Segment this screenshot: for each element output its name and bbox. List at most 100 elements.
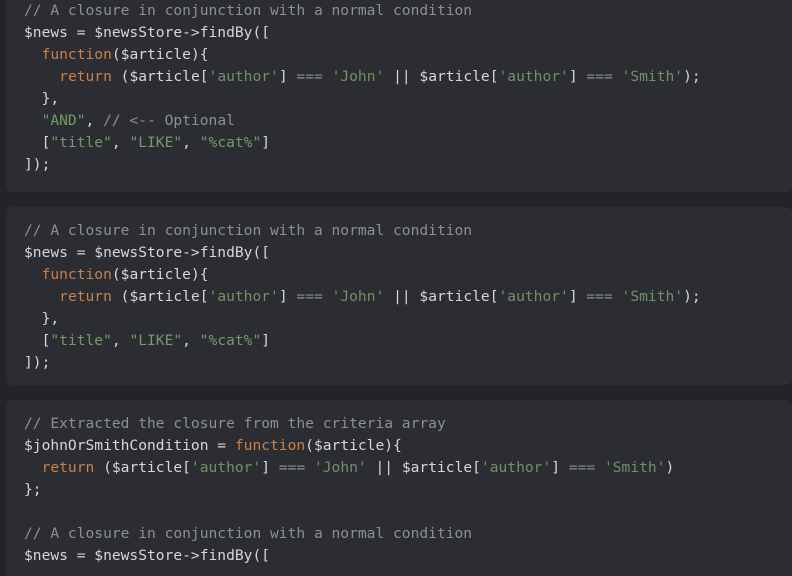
code-token: ($article[ — [94, 459, 191, 476]
code-token: }; — [24, 481, 42, 498]
code-line: // A closure in conjunction with a norma… — [24, 220, 792, 242]
code-token: ($article){ — [305, 437, 402, 454]
code-line: ]); — [24, 352, 792, 374]
code-token: 'Smith' — [621, 288, 684, 305]
code-block-1[interactable]: // A closure in conjunction with a norma… — [6, 0, 792, 192]
code-token: === — [296, 288, 323, 305]
code-token: // <-- Optional — [103, 112, 235, 129]
code-token: 'author' — [190, 459, 262, 476]
code-line: ["title", "LIKE", "%cat%"] — [24, 330, 792, 352]
code-token: 'John' — [331, 68, 385, 85]
code-token: ); — [683, 288, 701, 305]
code-line: // A closure in conjunction with a norma… — [24, 0, 792, 22]
code-line: "AND", // <-- Optional — [24, 110, 792, 132]
code-line: $news = $newsStore->findBy([ — [24, 22, 792, 44]
code-token: 'author' — [480, 459, 552, 476]
code-token: 'author' — [498, 68, 569, 85]
code-block-3-body[interactable]: // Extracted the closure from the criter… — [6, 413, 792, 567]
code-token: 'John' — [313, 459, 367, 476]
code-line: // Extracted the closure from the criter… — [24, 413, 792, 435]
code-block-2-body[interactable]: // A closure in conjunction with a norma… — [6, 220, 792, 374]
code-token: return — [59, 68, 112, 85]
code-token: "%cat%" — [199, 332, 262, 349]
code-token: ($article[ — [111, 68, 209, 85]
code-token: ($article){ — [111, 46, 209, 63]
code-token: ] — [568, 288, 587, 305]
code-token: "AND" — [41, 112, 86, 129]
code-token: ] — [551, 459, 569, 476]
code-token: ] — [261, 459, 279, 476]
code-token: || $article[ — [384, 288, 499, 305]
code-token: return — [59, 288, 112, 305]
code-token: ] — [261, 134, 271, 151]
code-token: $news = $newsStore->findBy([ — [24, 24, 271, 41]
code-line: }, — [24, 88, 792, 110]
code-token: "LIKE" — [129, 332, 183, 349]
code-token: === — [296, 68, 323, 85]
code-token: // A closure in conjunction with a norma… — [24, 525, 473, 542]
code-token: , — [182, 332, 200, 349]
code-token: ] — [278, 288, 297, 305]
code-token: 'Smith' — [621, 68, 684, 85]
code-line: }; — [24, 479, 792, 501]
code-documentation-page: // A closure in conjunction with a norma… — [0, 0, 792, 576]
code-block-3[interactable]: // Extracted the closure from the criter… — [6, 400, 792, 576]
code-token: $news = $newsStore->findBy([ — [24, 547, 271, 564]
code-token: || $article[ — [384, 68, 499, 85]
code-token: function — [41, 266, 112, 283]
code-token: ] — [261, 332, 271, 349]
code-token: // Extracted the closure from the criter… — [24, 415, 446, 432]
code-token: "title" — [50, 332, 112, 349]
code-token: ) — [665, 459, 675, 476]
code-token: === — [586, 68, 613, 85]
code-token: }, — [24, 90, 60, 107]
code-token: ]); — [24, 156, 51, 173]
code-token: 'author' — [208, 68, 279, 85]
code-token: === — [568, 459, 596, 476]
code-token: , — [111, 134, 130, 151]
code-token: , — [85, 112, 104, 129]
code-line: function($article){ — [24, 44, 792, 66]
code-token: "LIKE" — [129, 134, 183, 151]
code-line: // A closure in conjunction with a norma… — [24, 523, 792, 545]
code-block-2[interactable]: // A closure in conjunction with a norma… — [6, 207, 792, 385]
code-line: $news = $newsStore->findBy([ — [24, 545, 792, 567]
code-token: ]); — [24, 354, 51, 371]
code-token: [ — [24, 332, 51, 349]
code-token: // A closure in conjunction with a norma… — [24, 222, 473, 239]
code-token: 'author' — [208, 288, 279, 305]
code-line: ["title", "LIKE", "%cat%"] — [24, 132, 792, 154]
code-token: === — [586, 288, 613, 305]
code-token: "title" — [50, 134, 112, 151]
code-line: }, — [24, 308, 792, 330]
code-token: ] — [278, 68, 297, 85]
code-token: function — [41, 46, 112, 63]
code-block-1-body[interactable]: // A closure in conjunction with a norma… — [6, 0, 792, 176]
code-token: [ — [24, 134, 51, 151]
code-line: ]); — [24, 154, 792, 176]
code-token: ] — [568, 68, 587, 85]
code-token: function — [234, 437, 306, 454]
code-token: ($article){ — [111, 266, 209, 283]
code-token: , — [182, 134, 200, 151]
code-token: // A closure in conjunction with a norma… — [24, 2, 473, 19]
code-line: return ($article['author'] === 'John' ||… — [24, 286, 792, 308]
code-line: return ($article['author'] === 'John' ||… — [24, 66, 792, 88]
code-token: 'Smith' — [603, 459, 666, 476]
code-token: return — [41, 459, 95, 476]
code-line: return ($article['author'] === 'John' ||… — [24, 457, 792, 479]
code-line: $johnOrSmithCondition = function($articl… — [24, 435, 792, 457]
code-token: === — [278, 459, 306, 476]
code-token: }, — [24, 310, 60, 327]
code-token: ($article[ — [111, 288, 209, 305]
code-token: , — [111, 332, 130, 349]
